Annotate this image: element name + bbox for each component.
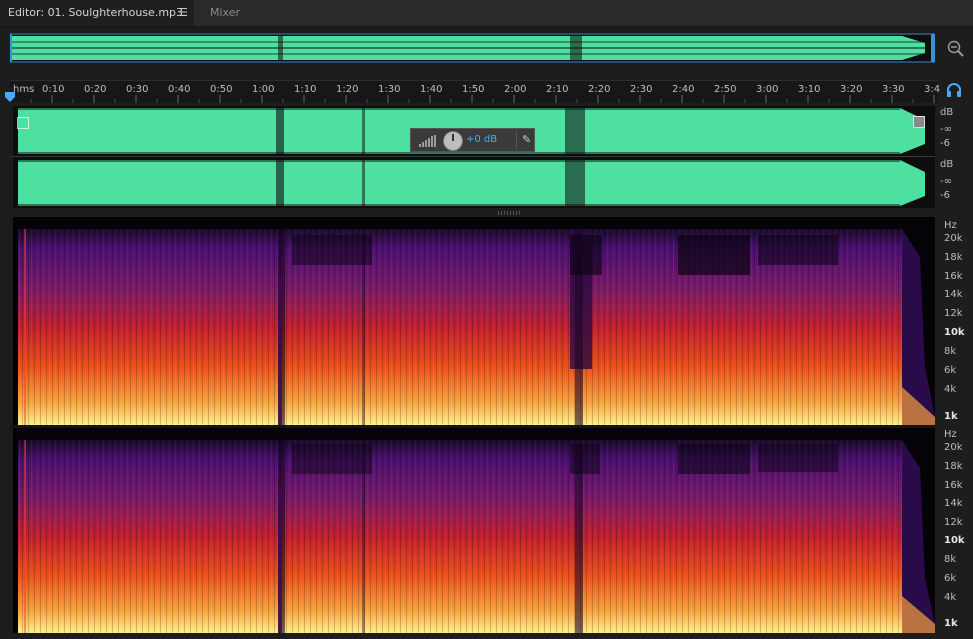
tick-label: 2:20	[588, 84, 611, 95]
tick-label: 3:00	[756, 84, 779, 95]
hz-label: 12k	[944, 517, 963, 528]
tick-label: 2:40	[672, 84, 695, 95]
waveform-display[interactable]	[10, 106, 935, 208]
playhead-marker-icon[interactable]	[5, 92, 15, 102]
panel-tab-bar: Editor: 01. Soulghterhouse.mp3 ☰ Mixer	[0, 0, 973, 27]
hz-label: 20k	[944, 233, 963, 244]
channel-fade-out-handle[interactable]	[913, 116, 925, 128]
gain-value[interactable]: +0 dB	[466, 134, 497, 145]
panel-resize-grip[interactable]	[498, 211, 522, 215]
spectral-display-channel-2[interactable]	[10, 428, 935, 633]
hz-label: 1k	[944, 411, 958, 422]
db-unit-label: dB	[940, 107, 954, 118]
db-minus6-label: -6	[940, 138, 950, 149]
level-meter-icon	[419, 135, 436, 147]
hz-label: 8k	[944, 346, 957, 357]
hz-label: 4k	[944, 384, 957, 395]
headphones-icon[interactable]	[946, 82, 962, 98]
db-inf-label: -∞	[940, 176, 952, 187]
tick-label: 2:30	[630, 84, 653, 95]
hz-label: 12k	[944, 308, 963, 319]
gain-knob-icon[interactable]	[443, 131, 463, 151]
time-ruler[interactable]: hms 0:10 0:20 0:30 0:40 0:50 1:00 1:10 1…	[10, 80, 941, 103]
panel-menu-icon[interactable]: ☰	[178, 0, 188, 26]
tick-label: 0:40	[168, 84, 191, 95]
hz-label: 14k	[944, 498, 963, 509]
time-unit-label: hms	[13, 84, 35, 95]
hz-unit-label: Hz	[944, 429, 957, 440]
tick-label: 0:10	[42, 84, 65, 95]
hz-label: 16k	[944, 271, 963, 282]
tick-label: 1:50	[462, 84, 485, 95]
db-minus6-label: -6	[940, 190, 950, 201]
tab-mixer[interactable]: Mixer	[210, 0, 240, 26]
ruler-ticks	[30, 95, 935, 103]
tick-label: 1:20	[336, 84, 359, 95]
tick-label: 0:20	[84, 84, 107, 95]
hz-label: 16k	[944, 480, 963, 491]
hz-label: 1k	[944, 618, 958, 629]
hz-label: 10k	[944, 327, 965, 338]
hz-label: 6k	[944, 573, 957, 584]
hz-label: 8k	[944, 554, 957, 565]
tick-label: 2:50	[714, 84, 737, 95]
hz-label: 4k	[944, 592, 957, 603]
pin-icon[interactable]: ✎	[522, 133, 531, 146]
tick-label: 0:30	[126, 84, 149, 95]
tick-label: 3:30	[882, 84, 905, 95]
tick-label: 2:00	[504, 84, 527, 95]
spectral-display-channel-1[interactable]	[10, 217, 935, 425]
tick-label: 3:10	[798, 84, 821, 95]
hz-label: 10k	[944, 535, 965, 546]
hz-label: 14k	[944, 289, 963, 300]
db-inf-label: -∞	[940, 124, 952, 135]
tab-editor[interactable]: Editor: 01. Soulghterhouse.mp3 ☰	[0, 0, 194, 26]
tab-editor-label: Editor: 01. Soulghterhouse.mp3	[8, 6, 184, 19]
hz-label: 18k	[944, 461, 963, 472]
tick-label: 3:4	[924, 84, 941, 95]
frequency-scale-channel-2: Hz 20k 18k 16k 14k 12k 10k 8k 6k 4k 1k	[937, 428, 973, 633]
hz-label: 20k	[944, 442, 963, 453]
tick-label: 1:30	[378, 84, 401, 95]
channel-fade-in-handle[interactable]	[17, 117, 29, 129]
gain-hud[interactable]: +0 dB ✎	[410, 128, 535, 152]
tick-label: 0:50	[210, 84, 233, 95]
db-unit-label: dB	[940, 159, 954, 170]
tick-label: 1:00	[252, 84, 275, 95]
frequency-scale-channel-1: Hz 20k 18k 16k 14k 12k 10k 8k 6k 4k 1k	[937, 217, 973, 425]
tick-label: 3:20	[840, 84, 863, 95]
overview-waveform[interactable]	[10, 33, 935, 63]
tick-label: 1:10	[294, 84, 317, 95]
channel-divider	[10, 156, 935, 157]
hz-label: 6k	[944, 365, 957, 376]
zoom-out-icon[interactable]	[945, 38, 965, 58]
tick-label: 2:10	[546, 84, 569, 95]
hud-separator	[516, 131, 517, 149]
hz-unit-label: Hz	[944, 220, 957, 231]
tick-label: 1:40	[420, 84, 443, 95]
hz-label: 18k	[944, 252, 963, 263]
